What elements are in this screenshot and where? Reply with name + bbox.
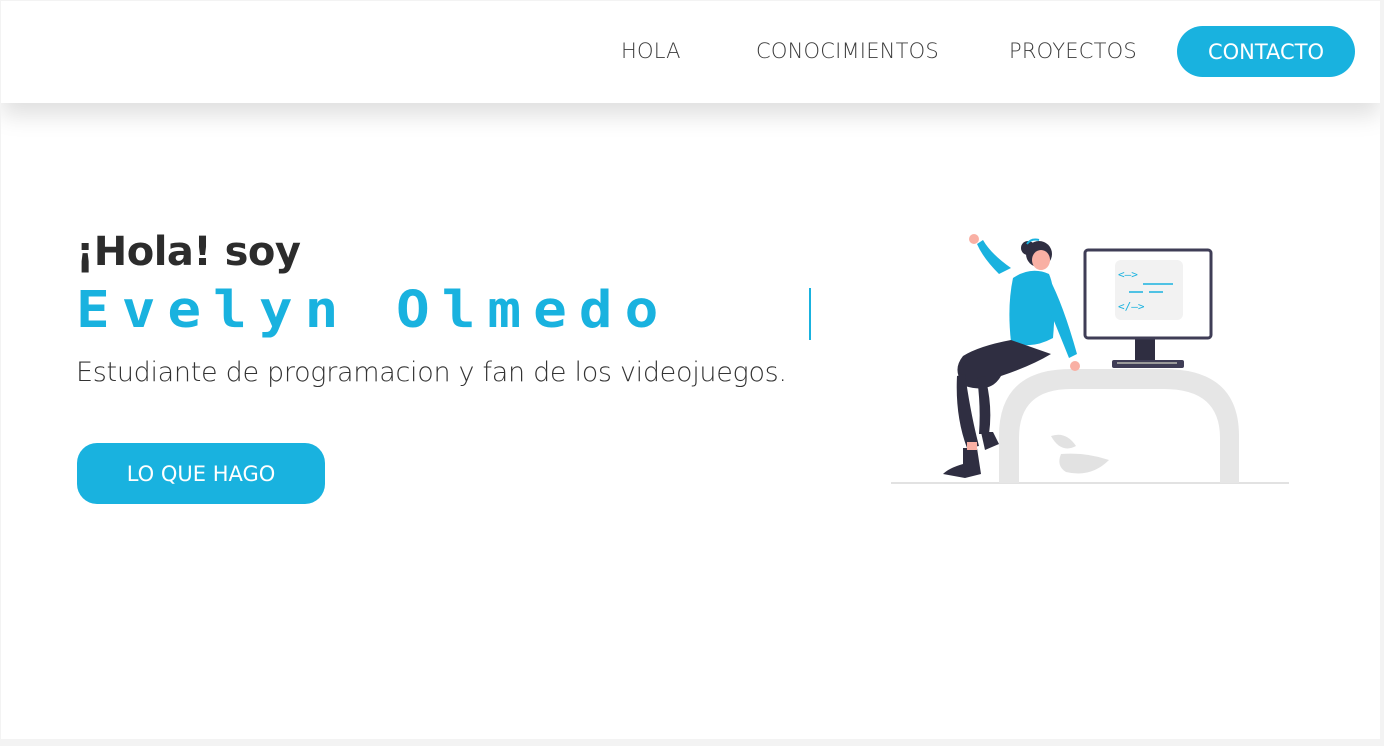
- nav-link-hola[interactable]: HOLA: [621, 39, 681, 63]
- contact-button[interactable]: CONTACTO: [1177, 26, 1355, 77]
- hero-subtitle: Estudiante de programacion y fan de los …: [76, 357, 787, 388]
- hero-name: Evelyn Olmedo: [76, 281, 671, 340]
- hero-greeting: ¡Hola! soy: [76, 229, 301, 275]
- developer-illustration: <—> </—>: [891, 234, 1289, 484]
- nav-link-proyectos[interactable]: PROYECTOS: [1009, 39, 1137, 63]
- code-line-1: <—>: [1118, 268, 1138, 281]
- what-i-do-button[interactable]: LO QUE HAGO: [77, 443, 325, 504]
- code-line-2: </—>: [1118, 300, 1145, 313]
- top-navbar: HOLA CONOCIMIENTOS PROYECTOS CONTACTO: [1, 1, 1380, 103]
- page: HOLA CONOCIMIENTOS PROYECTOS CONTACTO ¡H…: [1, 1, 1380, 739]
- nav-link-conocimientos[interactable]: CONOCIMIENTOS: [756, 39, 939, 63]
- typing-caret: [809, 288, 811, 340]
